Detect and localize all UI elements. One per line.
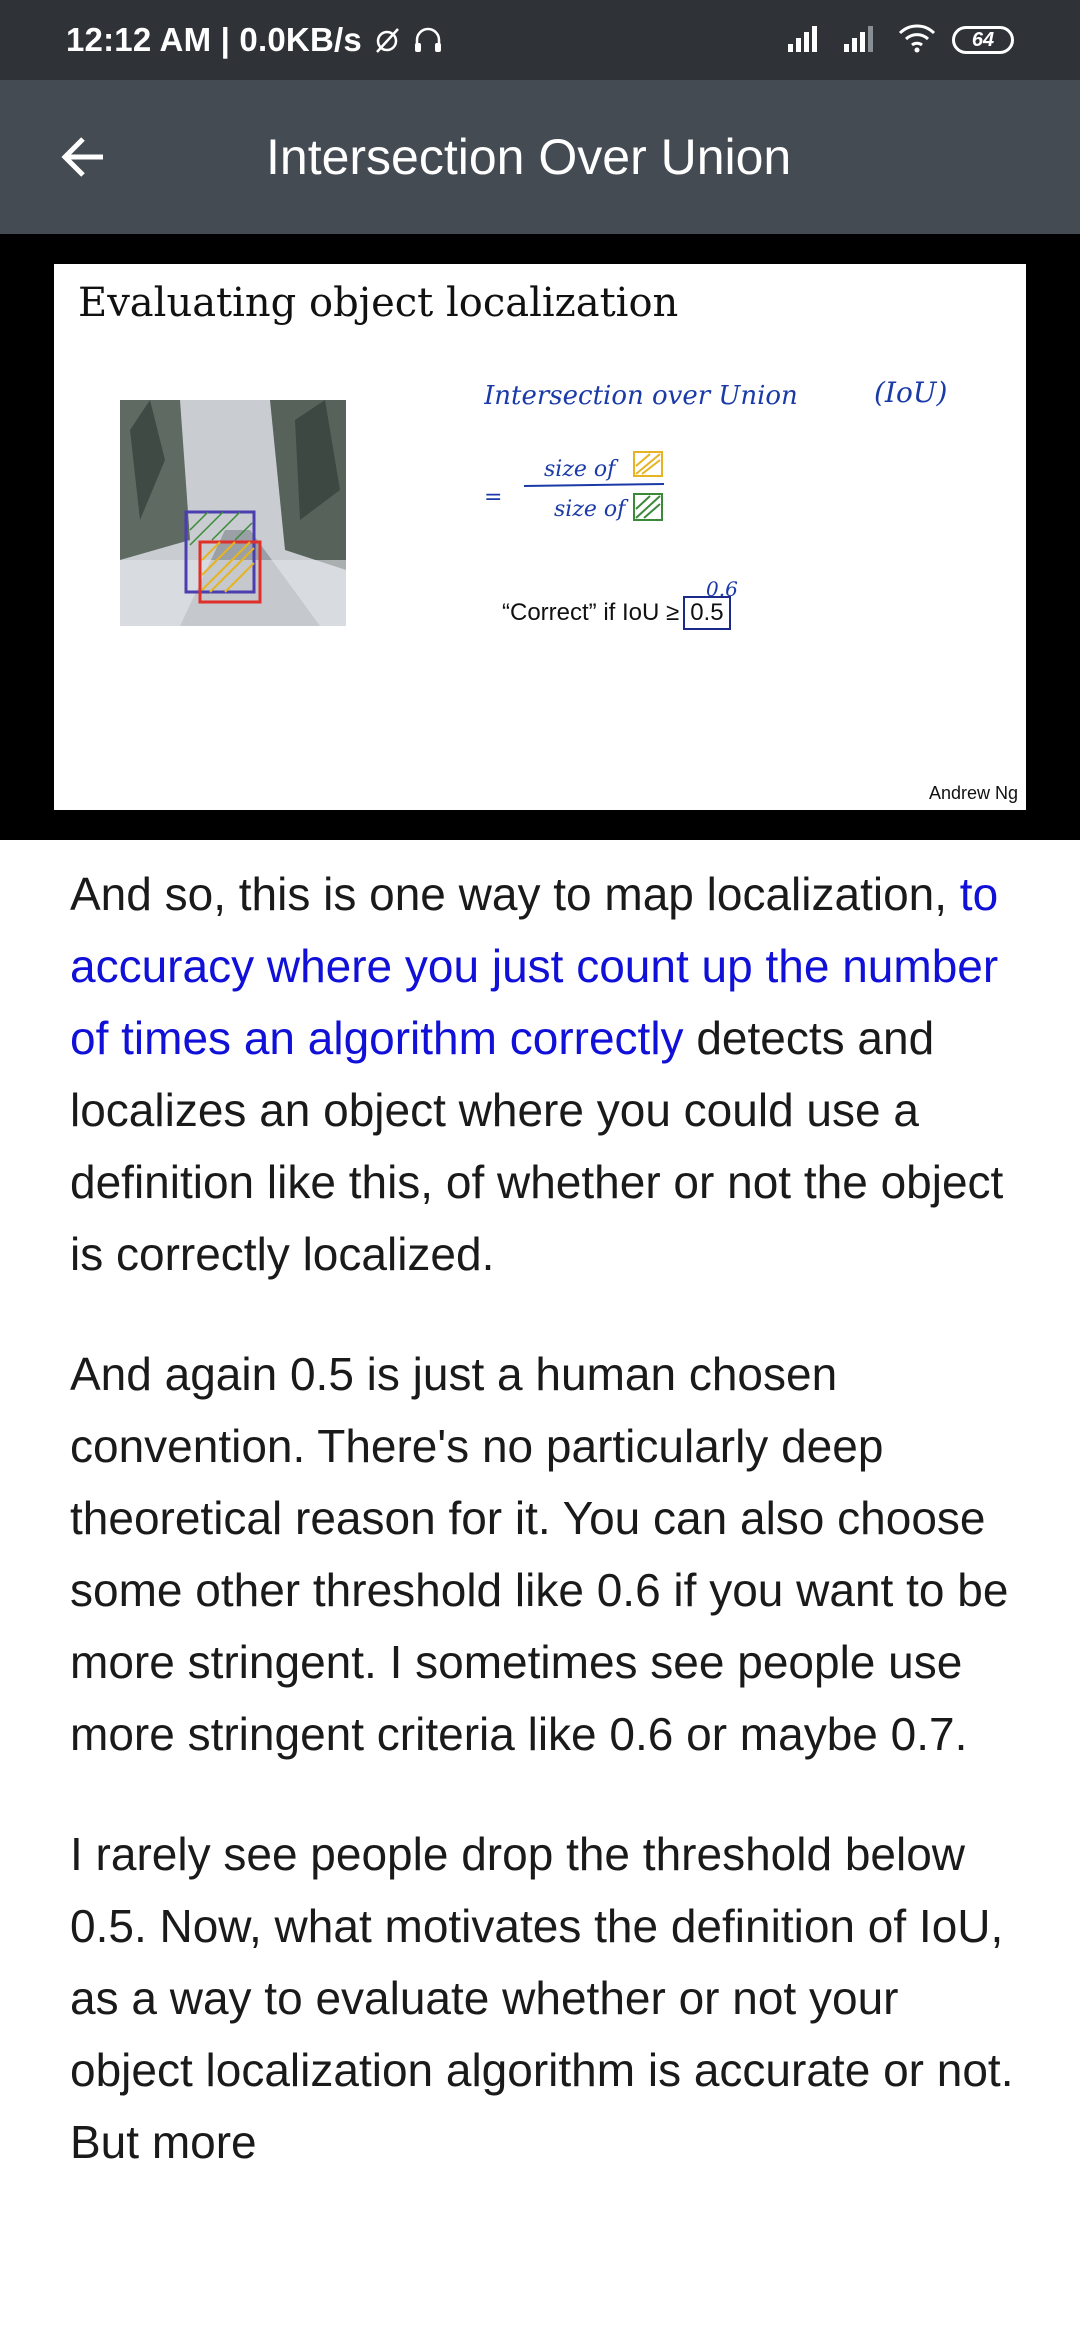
slide-title: Evaluating object localization (78, 280, 679, 326)
status-bar: 12:12 AM | 0.0KB/s 64 (0, 0, 1080, 80)
headphones-icon (412, 25, 444, 55)
svg-text:size of: size of (544, 457, 619, 482)
status-time: 12:12 AM | 0.0KB/s (66, 21, 362, 58)
author-credit: Andrew Ng (928, 783, 1018, 803)
app-bar: Intersection Over Union (0, 80, 1080, 234)
status-right: 64 (786, 0, 1014, 80)
paragraph-1: And so, this is one way to map localizat… (70, 858, 1030, 1290)
battery-indicator: 64 (952, 26, 1014, 54)
handwritten-iou-formula: Intersection over Union (IoU) = size of … (484, 376, 947, 601)
svg-text:size of: size of (554, 497, 629, 522)
page-title: Intersection Over Union (266, 129, 792, 185)
correct-prefix: “Correct” if IoU ≥ (502, 599, 680, 626)
back-button[interactable] (44, 118, 122, 196)
svg-text:(IoU): (IoU) (874, 376, 947, 409)
paragraph-3: I rarely see people drop the threshold b… (70, 1828, 1014, 2168)
svg-text:Intersection over Union: Intersection over Union (484, 381, 798, 411)
snow-road-image (120, 400, 346, 626)
p1-text-before: And so, this is one way to map localizat… (70, 868, 960, 920)
alarm-off-icon (372, 25, 402, 55)
status-left: 12:12 AM | 0.0KB/s (66, 0, 444, 80)
signal-icon (786, 24, 826, 57)
arrow-back-icon (61, 137, 103, 177)
wifi-icon (898, 23, 936, 58)
transcript: And so, this is one way to map localizat… (70, 858, 1030, 2226)
svg-text:=: = (484, 485, 502, 510)
slide: Evaluating object localization Intersect… (54, 264, 1026, 810)
video-slide-frame[interactable]: Evaluating object localization Intersect… (0, 234, 1080, 840)
paragraph-2: And again 0.5 is just a human chosen con… (70, 1348, 1009, 1760)
correct-threshold-label: “Correct” if IoU ≥ 0.5 (502, 596, 731, 630)
threshold-box: 0.5 (683, 596, 731, 630)
signal-icon-2 (842, 24, 882, 57)
